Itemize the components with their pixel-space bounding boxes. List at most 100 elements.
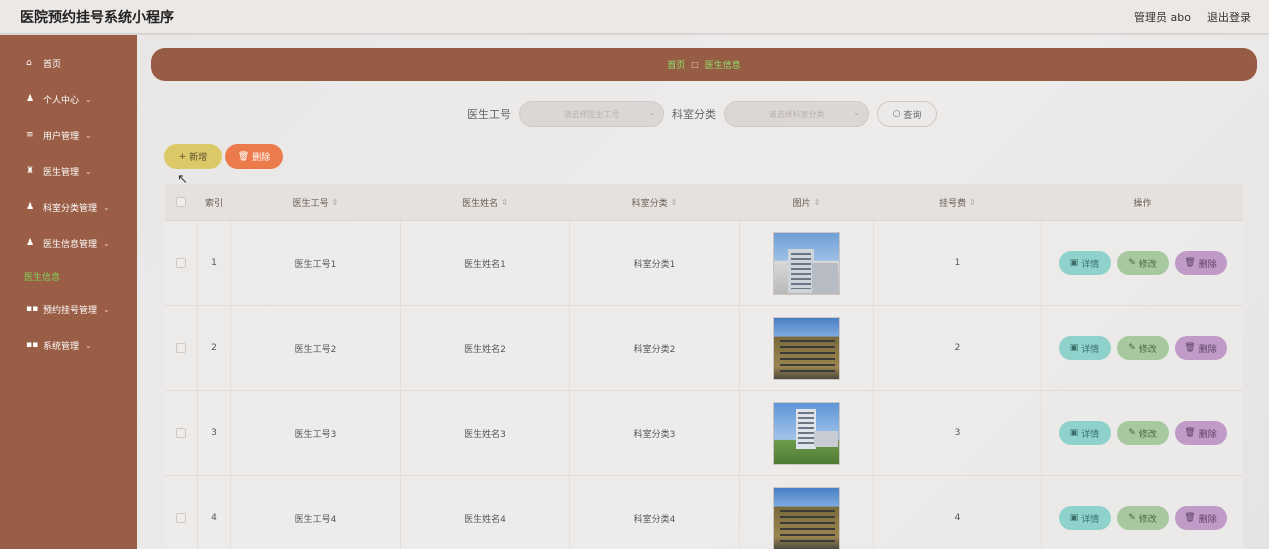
sidebar-item-dept-management[interactable]: ♟ 科室分类管理 ⌄ (0, 195, 137, 219)
query-button[interactable]: ○ 查询 (877, 101, 937, 127)
table-header: 索引 医生工号 ⇕ 医生姓名 ⇕ 科室分类 ⇕ 图片 ⇕ 挂号费 ⇕ 操作 (165, 184, 1243, 221)
sidebar-item-label: 医生管理 (43, 167, 80, 178)
header-doctor-name-label: 医生姓名 (462, 198, 499, 209)
row-checkbox[interactable] (176, 513, 186, 523)
edit-button[interactable]: ✎ 修改 (1116, 421, 1169, 445)
chevron-down-icon: ⌄ (85, 130, 92, 140)
edit-button[interactable]: ✎ 修改 (1116, 506, 1169, 530)
sidebar-item-label: 用户管理 (43, 131, 80, 142)
row-checkbox-cell (165, 391, 198, 475)
breadcrumb: 首页 □ 医生信息 (151, 48, 1257, 81)
detail-button[interactable]: ▣ 详情 (1058, 251, 1111, 275)
row-checkbox[interactable] (176, 258, 186, 268)
sidebar-item-doctor-management[interactable]: ♜ 医生管理 ⌄ (0, 159, 137, 183)
sidebar-item-home[interactable]: ⌂ 首页 (0, 51, 137, 75)
delete-button[interactable]: 🗑 删除 (1174, 421, 1227, 445)
detail-button[interactable]: ▣ 详情 (1058, 506, 1111, 530)
edit-label: 修改 (1138, 344, 1157, 355)
doctor-no-select[interactable]: 请选择医生工号 ⌄ (519, 101, 664, 127)
sort-icon[interactable]: ⇕ (671, 198, 678, 207)
table-row: 1 医生工号1 医生姓名1 科室分类1 1 ▣ 详情 ✎ 修改 🗑 删除 (165, 221, 1243, 306)
sidebar-item-doctor-info-management[interactable]: ♟ 医生信息管理 ⌄ (0, 231, 137, 255)
hospital-photo[interactable] (773, 316, 840, 380)
hospital-photo[interactable] (773, 486, 840, 549)
edit-button[interactable]: ✎ 修改 (1116, 251, 1169, 275)
sort-icon[interactable]: ⇕ (332, 198, 339, 207)
doctor-icon: ♜ (26, 166, 35, 176)
header-ops: 操作 (1042, 184, 1243, 220)
header-fee-label: 挂号费 (939, 198, 967, 209)
edit-icon: ✎ (1128, 428, 1136, 438)
header-index-label: 索引 (204, 198, 223, 209)
app-title: 医院预约挂号系统小程序 (20, 10, 174, 26)
header-doctor-name[interactable]: 医生姓名 ⇕ (401, 184, 570, 220)
delete-button[interactable]: 🗑 删除 (1174, 506, 1227, 530)
row-fee: 1 (874, 221, 1042, 305)
sidebar-item-label: 科室分类管理 (43, 203, 98, 214)
chevron-down-icon: ⌄ (648, 108, 655, 117)
delete-label: 删除 (1198, 344, 1217, 355)
admin-user-label[interactable]: 管理员 abo (1134, 9, 1191, 25)
edit-icon: ✎ (1128, 513, 1136, 523)
row-ops: ▣ 详情 ✎ 修改 🗑 删除 (1042, 391, 1243, 475)
query-button-label: 查询 (903, 110, 922, 121)
sidebar-item-label: 医生信息 (24, 272, 61, 283)
doctor-no-placeholder: 请选择医生工号 (563, 109, 620, 119)
row-fee: 2 (874, 306, 1042, 390)
row-ops: ▣ 详情 ✎ 修改 🗑 删除 (1042, 306, 1243, 390)
detail-button[interactable]: ▣ 详情 (1058, 336, 1111, 360)
trash-icon: 🗑 (1184, 428, 1196, 438)
row-doctor-no: 医生工号2 (231, 306, 401, 390)
table-row: 2 医生工号2 医生姓名2 科室分类2 2 ▣ 详情 ✎ 修改 🗑 删除 (165, 306, 1243, 391)
row-dept: 科室分类2 (570, 306, 740, 390)
row-checkbox[interactable] (176, 343, 186, 353)
row-index: 3 (198, 391, 231, 475)
list-icon: ≡ (26, 130, 34, 140)
row-picture-cell (740, 221, 874, 305)
row-picture-cell (740, 476, 874, 549)
sort-icon[interactable]: ⇕ (814, 198, 821, 207)
detail-button[interactable]: ▣ 详情 (1058, 421, 1111, 445)
header-picture[interactable]: 图片 ⇕ (740, 184, 874, 220)
delete-button[interactable]: 🗑 删除 (1174, 251, 1227, 275)
detail-icon: ▣ (1069, 428, 1079, 438)
sidebar-item-system-management[interactable]: ▪▪ 系统管理 ⌄ (0, 333, 137, 357)
sort-icon[interactable]: ⇕ (969, 198, 976, 207)
detail-label: 详情 (1081, 344, 1100, 355)
header-fee[interactable]: 挂号费 ⇕ (874, 184, 1042, 220)
header-user-area: 管理员 abo 退出登录 (1134, 9, 1251, 25)
add-button-label: 新增 (189, 153, 208, 163)
sort-icon[interactable]: ⇕ (501, 198, 508, 207)
delete-button[interactable]: 🗑 删除 (1174, 336, 1227, 360)
sidebar-item-user-management[interactable]: ≡ 用户管理 ⌄ (0, 123, 137, 147)
hospital-photo[interactable] (773, 231, 840, 295)
doctor-no-label: 医生工号 (467, 108, 511, 121)
sidebar-item-personal-center[interactable]: ♟ 个人中心 ⌄ (0, 87, 137, 111)
batch-delete-button[interactable]: 🗑 删除 (225, 144, 283, 169)
dept-select[interactable]: 请选择科室分类 ⌄ (724, 101, 869, 127)
logout-link[interactable]: 退出登录 (1207, 9, 1251, 25)
sidebar-item-label: 医生信息管理 (43, 239, 98, 250)
edit-icon: ✎ (1128, 343, 1136, 353)
add-button[interactable]: + 新增 (164, 144, 222, 169)
row-doctor-no: 医生工号4 (231, 476, 401, 549)
header-dept[interactable]: 科室分类 ⇕ (570, 184, 740, 220)
sidebar-item-appointment-management[interactable]: ▪▪ 预约挂号管理 ⌄ (0, 297, 137, 321)
header-checkbox-cell (165, 184, 198, 220)
hospital-photo[interactable] (773, 401, 840, 465)
sidebar-item-doctor-info[interactable]: 医生信息 (0, 264, 137, 288)
edit-label: 修改 (1138, 429, 1157, 440)
edit-label: 修改 (1138, 259, 1157, 270)
header-doctor-no[interactable]: 医生工号 ⇕ (231, 184, 401, 220)
edit-button[interactable]: ✎ 修改 (1116, 336, 1169, 360)
row-checkbox[interactable] (176, 428, 186, 438)
row-checkbox-cell (165, 476, 198, 549)
batch-delete-label: 删除 (252, 153, 271, 163)
building-shape (814, 430, 838, 447)
select-all-checkbox[interactable] (176, 197, 186, 207)
row-picture-cell (740, 306, 874, 390)
doctor-table: 索引 医生工号 ⇕ 医生姓名 ⇕ 科室分类 ⇕ 图片 ⇕ 挂号费 ⇕ 操作 1 医生工号1… (165, 184, 1243, 549)
search-icon: ○ (892, 109, 901, 119)
breadcrumb-home[interactable]: 首页 (667, 58, 685, 71)
row-doctor-no: 医生工号1 (231, 221, 401, 305)
